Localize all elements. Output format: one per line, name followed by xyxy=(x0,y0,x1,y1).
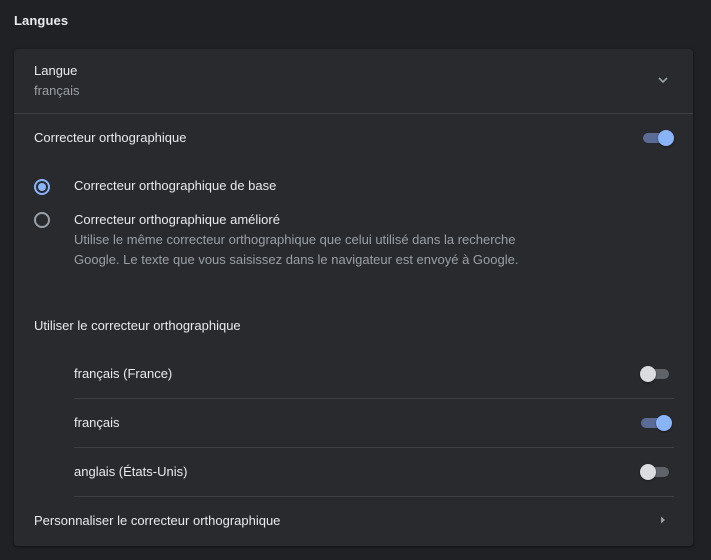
use-spellcheck-title: Utiliser le correcteur orthographique xyxy=(34,318,241,333)
enhanced-spellcheck-radio[interactable] xyxy=(34,212,50,228)
language-label: Langue xyxy=(34,63,78,78)
enhanced-spellcheck-description: Utilise le même correcteur orthographiqu… xyxy=(74,232,519,267)
chevron-right-icon xyxy=(661,516,665,524)
customize-spellcheck-row[interactable]: Personnaliser le correcteur orthographiq… xyxy=(14,497,693,546)
spellcheck-language-toggle[interactable] xyxy=(640,366,672,382)
language-row[interactable]: Langue français xyxy=(14,49,693,113)
language-value: français xyxy=(34,83,80,98)
chevron-down-icon[interactable] xyxy=(656,73,670,87)
languages-card: Langue français Correcteur orthographiqu… xyxy=(14,49,693,546)
spellcheck-language-label: français (France) xyxy=(74,366,173,381)
divider xyxy=(74,447,674,448)
divider xyxy=(14,113,693,114)
enhanced-spellcheck-label: Correcteur orthographique amélioré xyxy=(74,212,280,227)
basic-spellcheck-label: Correcteur orthographique de base xyxy=(74,178,277,193)
basic-spellcheck-radio[interactable] xyxy=(34,179,50,195)
spellcheck-title: Correcteur orthographique xyxy=(34,130,187,145)
spellcheck-language-toggle[interactable] xyxy=(640,415,672,431)
spellcheck-language-toggle[interactable] xyxy=(640,464,672,480)
spellcheck-toggle[interactable] xyxy=(642,130,674,146)
spellcheck-language-label: anglais (États-Unis) xyxy=(74,464,188,479)
divider xyxy=(74,398,674,399)
customize-spellcheck-label: Personnaliser le correcteur orthographiq… xyxy=(34,513,281,528)
spellcheck-language-label: français xyxy=(74,415,120,430)
section-title: Langues xyxy=(14,13,69,28)
